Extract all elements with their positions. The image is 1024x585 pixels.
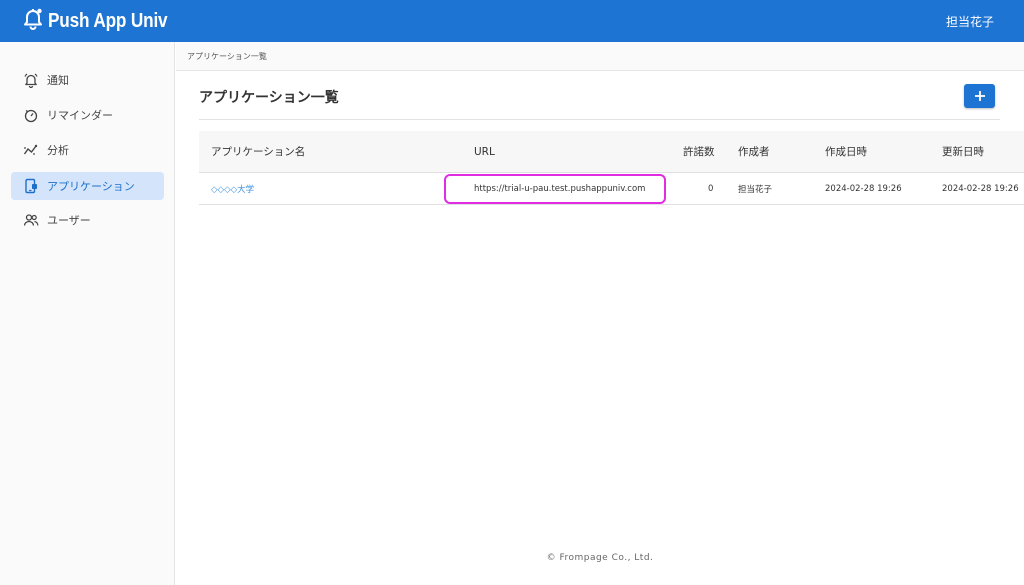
timer-icon	[23, 107, 39, 123]
footer-copyright: © Frompage Co., Ltd.	[546, 553, 654, 563]
app-name-link[interactable]: ◇◇◇◇大学	[211, 183, 254, 195]
analytics-icon	[23, 142, 39, 158]
table-header: アプリケーション名 URL 許諾数 作成者 作成日時 更新日時	[199, 131, 1024, 173]
phone-app-icon	[23, 178, 39, 194]
sidebar-item-notifications[interactable]: 通知	[11, 66, 164, 94]
column-header-count[interactable]: 許諾数	[683, 131, 715, 172]
user-menu[interactable]: 担当花子	[946, 13, 994, 30]
sidebar-item-label: 分析	[47, 144, 69, 157]
users-icon	[23, 212, 39, 228]
divider	[199, 119, 1000, 120]
app-title: Push App Univ	[48, 9, 168, 32]
sidebar-item-applications[interactable]: アプリケーション	[11, 172, 164, 200]
sidebar: 通知 リマインダー 分析 アプリケーション ユーザー	[0, 42, 175, 585]
sidebar-item-users[interactable]: ユーザー	[11, 206, 164, 234]
plus-icon	[974, 91, 985, 101]
breadcrumb: アプリケーション一覧	[187, 52, 267, 61]
sidebar-item-label: リマインダー	[47, 109, 113, 122]
breadcrumb-bar: アプリケーション一覧	[176, 42, 1024, 71]
sidebar-item-analytics[interactable]: 分析	[11, 136, 164, 164]
column-header-url[interactable]: URL	[474, 131, 495, 172]
app-updated-cell: 2024-02-28 19:26	[942, 183, 1019, 194]
column-header-name[interactable]: アプリケーション名	[211, 131, 305, 172]
app-author-cell: 担当花子	[738, 184, 773, 195]
app-header: Push App Univ 担当花子	[0, 0, 1024, 42]
add-application-button[interactable]	[964, 84, 995, 108]
sidebar-item-label: ユーザー	[47, 214, 91, 227]
table-row[interactable]: ◇◇◇◇大学 https://trial-u-pau.test.pushappu…	[199, 173, 1024, 205]
column-header-created[interactable]: 作成日時	[825, 131, 867, 172]
app-name-cell: ◇◇◇◇大学	[211, 173, 254, 204]
app-logo[interactable]: Push App Univ	[22, 6, 187, 36]
column-header-author[interactable]: 作成者	[738, 131, 770, 172]
app-created-cell: 2024-02-28 19:26	[825, 183, 902, 194]
column-header-updated[interactable]: 更新日時	[942, 131, 984, 172]
bell-icon	[23, 72, 39, 88]
main-content: アプリケーション一覧 アプリケーション名 URL 許諾数 作成者 作成日時 更新…	[176, 72, 1024, 585]
bell-logo-icon	[22, 7, 44, 35]
page-title: アプリケーション一覧	[199, 90, 339, 106]
sidebar-item-label: アプリケーション	[47, 180, 135, 193]
sidebar-item-reminders[interactable]: リマインダー	[11, 101, 164, 129]
sidebar-item-label: 通知	[47, 74, 69, 87]
applications-table: アプリケーション名 URL 許諾数 作成者 作成日時 更新日時 ◇◇◇◇大学 h…	[199, 131, 1024, 205]
app-url-cell: https://trial-u-pau.test.pushappuniv.com	[474, 183, 646, 194]
app-count-cell: 0	[708, 183, 714, 194]
